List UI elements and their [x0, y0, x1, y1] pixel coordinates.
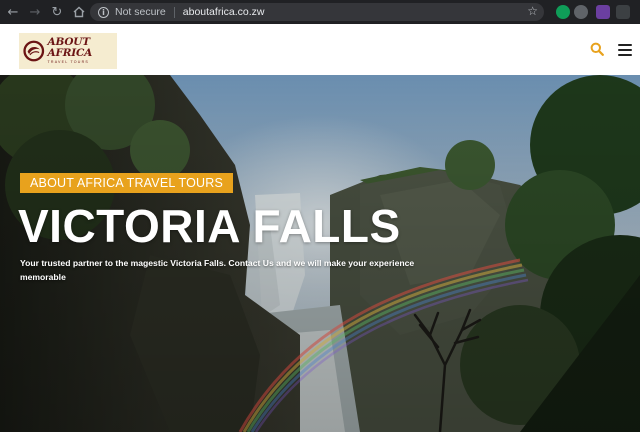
- hamburger-menu-icon[interactable]: [618, 44, 632, 56]
- hero-title: VICTORIA FALLS: [18, 200, 401, 252]
- site-logo[interactable]: ABOUT AFRICA TRAVEL TOURS: [19, 33, 117, 69]
- logo-emblem-icon: [23, 40, 45, 62]
- divider: [173, 6, 175, 18]
- reload-icon[interactable]: ↻: [48, 3, 66, 21]
- logo-title: ABOUT AFRICA: [47, 36, 93, 59]
- hero-badge: ABOUT AFRICA TRAVEL TOURS: [20, 173, 234, 193]
- extension-icon[interactable]: [596, 5, 610, 19]
- forward-arrow-icon[interactable]: →: [26, 3, 44, 21]
- site-header: ABOUT AFRICA TRAVEL TOURS: [0, 24, 640, 75]
- security-label: Not secure: [115, 6, 166, 18]
- home-icon[interactable]: [70, 3, 88, 21]
- hero-banner: ABOUT AFRICA TRAVEL TOURS VICTORIA FALLS…: [0, 75, 640, 432]
- extension-icon[interactable]: [574, 5, 588, 19]
- bookmark-star-icon[interactable]: ☆: [527, 4, 538, 18]
- info-icon[interactable]: i: [98, 6, 109, 18]
- hero-description: Your trusted partner to the magestic Vic…: [20, 258, 415, 282]
- address-bar[interactable]: i Not secure aboutafrica.co.zw ☆: [90, 3, 544, 21]
- extension-icon[interactable]: [556, 5, 570, 19]
- back-arrow-icon[interactable]: ←: [4, 3, 22, 21]
- search-icon[interactable]: [590, 42, 604, 56]
- victoria-falls-photo: [0, 75, 640, 432]
- browser-toolbar: ← → ↻ i Not secure aboutafrica.co.zw ☆: [0, 0, 640, 24]
- logo-subtitle: TRAVEL TOURS: [47, 60, 89, 65]
- extension-icon[interactable]: [616, 5, 630, 19]
- url-text[interactable]: aboutafrica.co.zw: [183, 6, 265, 18]
